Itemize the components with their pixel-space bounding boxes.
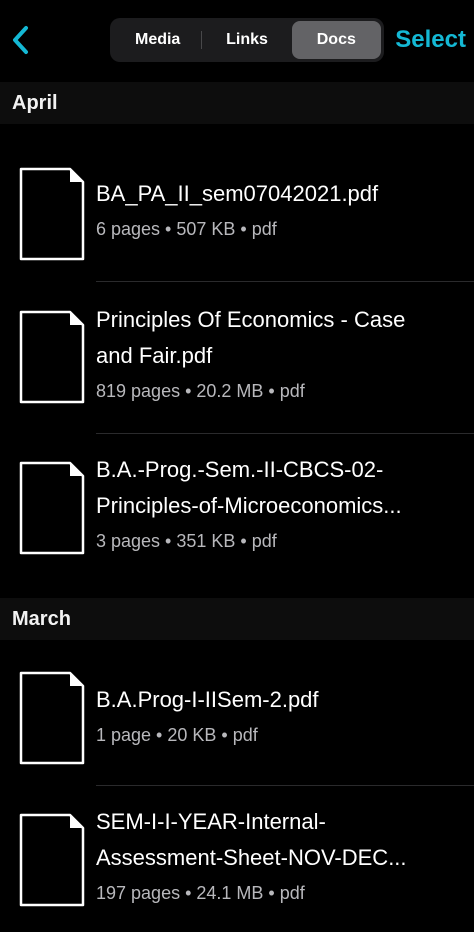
segmented-control: Media Links Docs [110, 18, 384, 62]
document-icon [18, 812, 86, 908]
file-meta: 819 pages • 20.2 MB • pdf [96, 381, 305, 401]
file-name-line-2: and Fair.pdf [96, 343, 213, 368]
document-icon [18, 460, 86, 556]
document-icon [18, 166, 86, 262]
document-icon [18, 670, 86, 766]
file-name-line-2: Principles-of-Microeconomics... [96, 493, 402, 518]
file-name: BA_PA_II_sem07042021.pdf [96, 181, 379, 206]
back-button[interactable] [6, 22, 34, 58]
tab-links[interactable]: Links [202, 21, 291, 59]
tab-media[interactable]: Media [113, 21, 203, 59]
tab-docs[interactable]: Docs [291, 21, 381, 59]
file-name-line-1: Principles Of Economics - Case [96, 307, 406, 332]
list-item[interactable]: B.A.Prog-I-IISem-2.pdf 1 page • 20 KB • … [0, 642, 474, 786]
file-meta: 3 pages • 351 KB • pdf [96, 531, 277, 551]
section-header-april: April [0, 82, 474, 124]
file-name-line-1: SEM-I-I-YEAR-Internal- [96, 809, 326, 834]
chevron-left-icon [13, 26, 28, 54]
docs-screen: Media Links Docs Select April BA_PA_II_s… [0, 0, 474, 932]
file-name: B.A.Prog-I-IISem-2.pdf [96, 687, 319, 712]
list-item[interactable]: SEM-I-I-YEAR-Internal- Assessment-Sheet-… [0, 786, 474, 932]
file-name-line-2: Assessment-Sheet-NOV-DEC... [96, 845, 407, 870]
list-item[interactable]: B.A.-Prog.-Sem.-II-CBCS-02- Principles-o… [0, 434, 474, 598]
file-meta: 1 page • 20 KB • pdf [96, 725, 258, 745]
select-button[interactable]: Select [395, 22, 466, 58]
file-meta: 197 pages • 24.1 MB • pdf [96, 883, 305, 903]
file-meta: 6 pages • 507 KB • pdf [96, 219, 277, 239]
list-item[interactable]: Principles Of Economics - Case and Fair.… [0, 282, 474, 434]
document-icon [18, 309, 86, 405]
section-header-march: March [0, 598, 474, 640]
file-name-line-1: B.A.-Prog.-Sem.-II-CBCS-02- [96, 457, 384, 482]
top-bar: Media Links Docs Select [0, 0, 474, 78]
list-item[interactable]: BA_PA_II_sem07042021.pdf 6 pages • 507 K… [0, 130, 474, 282]
